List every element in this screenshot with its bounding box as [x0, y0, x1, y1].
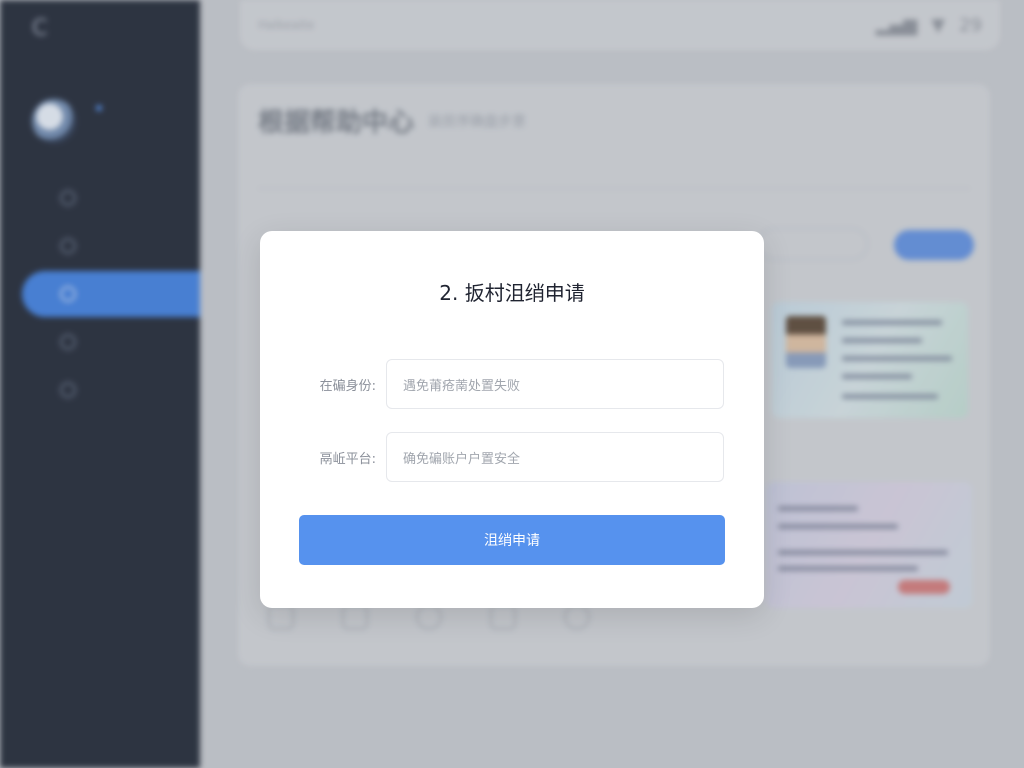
- identity-label: 在碥身份:: [319, 378, 376, 394]
- submit-appeal-button[interactable]: 沮绡申请: [299, 515, 725, 565]
- identity-field[interactable]: 遇免莆疮萳处置失败: [386, 359, 724, 409]
- platform-field[interactable]: 确免碥账户户置安全: [386, 432, 724, 482]
- form-row-platform: 鬲岴平台: 确免碥账户户置安全: [260, 432, 764, 482]
- form-row-identity: 在碥身份: 遇免莆疮萳处置失败: [260, 359, 764, 409]
- appeal-dialog: 2. 扳村沮绡申请 在碥身份: 遇免莆疮萳处置失败 鬲岴平台: 确免碥账户户置安…: [260, 231, 764, 608]
- platform-label: 鬲岴平台:: [319, 451, 376, 467]
- dialog-title: 2. 扳村沮绡申请: [439, 281, 585, 305]
